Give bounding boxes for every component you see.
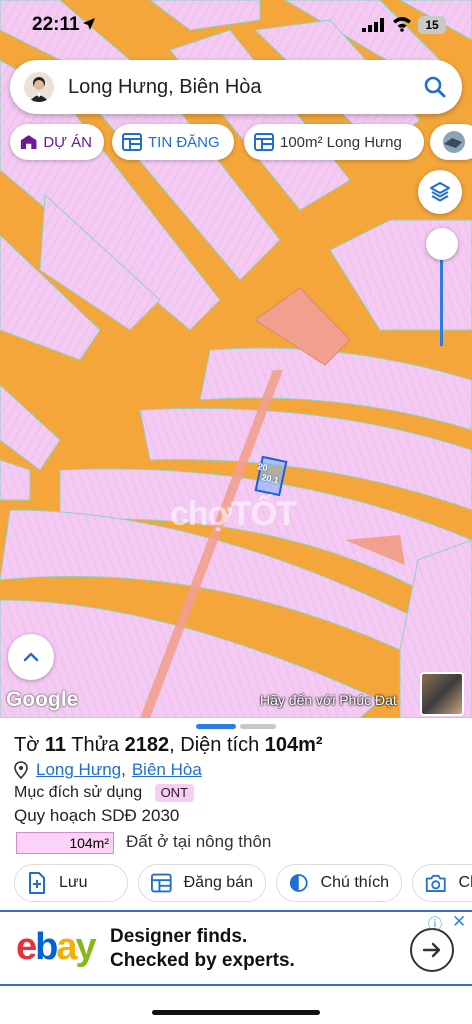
- parcel-title: Tờ 11 Thửa 2182, Diện tích 104m²: [14, 734, 323, 756]
- land-use-code-badge: ONT: [154, 784, 195, 802]
- city-link[interactable]: Biên Hòa: [132, 760, 202, 780]
- filter-chips: DỰ ÁN TIN ĐĂNG 100m² Long Hưng: [10, 124, 472, 160]
- search-query[interactable]: Long Hưng, Biên Hòa: [68, 76, 262, 99]
- chip-label: 100m² Long Hưng: [280, 133, 402, 151]
- ward-link[interactable]: Long Hưng: [36, 760, 121, 780]
- ad-subheadline: Checked by experts.: [110, 950, 295, 971]
- add-note-icon: [29, 872, 45, 894]
- expand-up-button[interactable]: [8, 634, 54, 680]
- home-icon: [20, 135, 37, 149]
- panel-handle-secondary[interactable]: [240, 724, 276, 729]
- chip-search-listing[interactable]: 100m² Long Hưng: [244, 124, 424, 160]
- post-sale-button[interactable]: Đăng bán: [138, 864, 266, 902]
- signal-icon: [362, 18, 384, 32]
- battery-indicator: 15: [418, 16, 446, 34]
- ad-banner[interactable]: ebay Designer finds. Checked by experts.…: [0, 910, 472, 986]
- zoom-slider-knob[interactable]: [426, 228, 458, 260]
- action-bar: Lưu Đăng bán Chú thích Ch: [0, 864, 472, 904]
- capture-button[interactable]: Ch: [412, 864, 472, 902]
- post-sale-label: Đăng bán: [183, 874, 253, 891]
- map-pin-icon: [14, 761, 28, 779]
- status-bar: 22:11 15: [0, 0, 472, 52]
- ad-headline: Designer finds.: [110, 926, 248, 947]
- clock: 22:11: [32, 14, 80, 35]
- location-arrow-icon: [83, 18, 95, 30]
- layers-button[interactable]: [418, 170, 462, 214]
- search-bar[interactable]: Long Hưng, Biên Hòa: [10, 60, 462, 114]
- chip-label: DỰ ÁN: [43, 133, 92, 151]
- chevron-up-icon: [23, 652, 39, 662]
- promo-thumbnail[interactable]: [420, 672, 464, 716]
- listing-icon: [151, 873, 172, 893]
- layers-icon: [430, 182, 450, 202]
- chip-projects[interactable]: DỰ ÁN: [10, 124, 104, 160]
- wifi-icon: [393, 17, 411, 32]
- ad-info-icon[interactable]: ⓘ: [428, 914, 442, 934]
- avatar[interactable]: [24, 72, 54, 102]
- planning-title: Quy hoạch SDĐ 2030: [14, 806, 180, 825]
- promo-text[interactable]: Hãy đến với Phúc Đạt: [260, 692, 397, 708]
- land-use-purpose: Mục đích sử dụng ONT: [14, 784, 195, 802]
- ad-close-icon[interactable]: ✕: [452, 912, 466, 932]
- zoom-slider-track[interactable]: [440, 246, 443, 346]
- search-icon[interactable]: [422, 74, 448, 100]
- capture-label: Ch: [458, 874, 472, 891]
- listing-icon: [254, 133, 274, 151]
- parcel-location: Long Hưng , Biên Hòa: [14, 760, 202, 780]
- planning-description: Đất ở tại nông thôn: [126, 832, 272, 851]
- parcel-info-panel[interactable]: Tờ 11 Thửa 2182, Diện tích 104m² Long Hư…: [0, 718, 472, 910]
- chip-listings[interactable]: TIN ĐĂNG: [112, 124, 234, 160]
- arrow-right-icon: [422, 942, 441, 958]
- google-logo: Google: [6, 688, 79, 711]
- ad-arrow-button[interactable]: [410, 928, 454, 972]
- save-button[interactable]: Lưu: [14, 864, 128, 902]
- thumbnail-icon: [443, 131, 465, 153]
- legend-label: Chú thích: [320, 874, 389, 891]
- ebay-logo: ebay: [16, 926, 97, 968]
- listing-icon: [122, 133, 142, 151]
- legend-icon: [289, 874, 308, 892]
- avatar-icon: [29, 77, 49, 102]
- home-indicator: [152, 1010, 320, 1015]
- legend-button[interactable]: Chú thích: [276, 864, 402, 902]
- watermark: chợTỐT: [170, 495, 297, 533]
- chip-label: TIN ĐĂNG: [148, 133, 220, 151]
- camera-add-icon: [425, 874, 446, 892]
- planning-area: 104m²: [16, 832, 114, 854]
- save-label: Lưu: [59, 874, 88, 891]
- chip-thumbnail[interactable]: [430, 124, 472, 160]
- panel-handle[interactable]: [196, 724, 236, 729]
